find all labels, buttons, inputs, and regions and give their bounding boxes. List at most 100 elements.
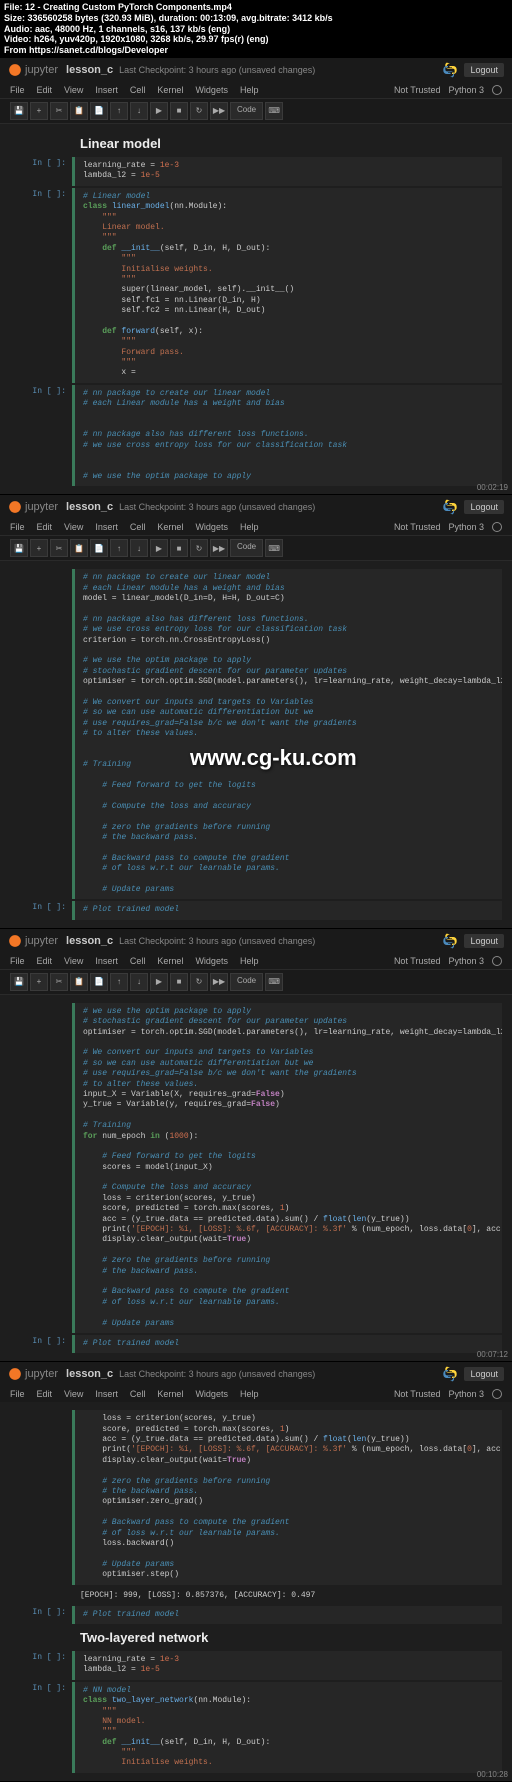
copy-button[interactable]: 📋 — [70, 102, 88, 120]
logout-button[interactable]: Logout — [464, 500, 504, 514]
kernel-name[interactable]: Python 3 — [448, 1389, 484, 1399]
copy-button[interactable]: 📋 — [70, 973, 88, 991]
menu-insert[interactable]: Insert — [95, 956, 118, 966]
trust-status[interactable]: Not Trusted — [394, 85, 441, 95]
code-cell[interactable]: learning_rate = 1e-3 lambda_l2 = 1e-5 — [72, 157, 502, 186]
menu-widgets[interactable]: Widgets — [195, 522, 228, 532]
menu-widgets[interactable]: Widgets — [195, 85, 228, 95]
stop-button[interactable]: ■ — [170, 102, 188, 120]
cut-button[interactable]: ✂ — [50, 973, 68, 991]
menu-widgets[interactable]: Widgets — [195, 1389, 228, 1399]
logout-button[interactable]: Logout — [464, 63, 504, 77]
menu-edit[interactable]: Edit — [37, 956, 53, 966]
menu-insert[interactable]: Insert — [95, 522, 118, 532]
menu-widgets[interactable]: Widgets — [195, 956, 228, 966]
celltype-select[interactable]: Code — [230, 102, 263, 120]
menu-help[interactable]: Help — [240, 522, 259, 532]
menu-cell[interactable]: Cell — [130, 956, 146, 966]
cmd-palette-button[interactable]: ⌨ — [265, 539, 283, 557]
menu-file[interactable]: File — [10, 85, 25, 95]
code-cell[interactable]: # we use the optim package to apply # st… — [72, 1003, 502, 1333]
move-up-button[interactable]: ↑ — [110, 102, 128, 120]
add-cell-button[interactable]: + — [30, 102, 48, 120]
paste-button[interactable]: 📄 — [90, 102, 108, 120]
add-cell-button[interactable]: + — [30, 539, 48, 557]
code-cell[interactable]: # nn package to create our linear model … — [72, 385, 502, 487]
menu-file[interactable]: File — [10, 956, 25, 966]
run-all-button[interactable]: ▶▶ — [210, 539, 228, 557]
menu-cell[interactable]: Cell — [130, 1389, 146, 1399]
kernel-name[interactable]: Python 3 — [448, 85, 484, 95]
run-button[interactable]: ▶ — [150, 973, 168, 991]
menu-view[interactable]: View — [64, 956, 83, 966]
trust-status[interactable]: Not Trusted — [394, 522, 441, 532]
paste-button[interactable]: 📄 — [90, 539, 108, 557]
run-all-button[interactable]: ▶▶ — [210, 102, 228, 120]
move-up-button[interactable]: ↑ — [110, 973, 128, 991]
restart-button[interactable]: ↻ — [190, 539, 208, 557]
restart-button[interactable]: ↻ — [190, 973, 208, 991]
code-cell[interactable]: # nn package to create our linear model … — [72, 569, 502, 899]
code-cell[interactable]: # Plot trained model — [72, 1335, 502, 1353]
move-down-button[interactable]: ↓ — [130, 102, 148, 120]
menu-cell[interactable]: Cell — [130, 522, 146, 532]
menu-view[interactable]: View — [64, 85, 83, 95]
menu-file[interactable]: File — [10, 1389, 25, 1399]
run-button[interactable]: ▶ — [150, 539, 168, 557]
notebook-title[interactable]: lesson_c — [66, 501, 113, 513]
code-cell[interactable]: learning_rate = 1e-3 lambda_l2 = 1e-5 — [72, 1651, 502, 1680]
stop-button[interactable]: ■ — [170, 539, 188, 557]
kernel-name[interactable]: Python 3 — [448, 522, 484, 532]
code-cell[interactable]: loss = criterion(scores, y_true) score, … — [72, 1410, 502, 1584]
cut-button[interactable]: ✂ — [50, 102, 68, 120]
menu-kernel[interactable]: Kernel — [157, 956, 183, 966]
code-cell[interactable]: # NN model class two_layer_network(nn.Mo… — [72, 1682, 502, 1773]
kernel-name[interactable]: Python 3 — [448, 956, 484, 966]
md-twolayer[interactable]: Two-layered network — [72, 1626, 502, 1649]
code-cell[interactable]: # Plot trained model — [72, 1606, 502, 1624]
code-cell[interactable]: # Plot trained model — [72, 901, 502, 919]
cut-button[interactable]: ✂ — [50, 539, 68, 557]
add-cell-button[interactable]: + — [30, 973, 48, 991]
save-button[interactable]: 💾 — [10, 973, 28, 991]
cmd-palette-button[interactable]: ⌨ — [265, 102, 283, 120]
save-button[interactable]: 💾 — [10, 102, 28, 120]
celltype-select[interactable]: Code — [230, 973, 263, 991]
menu-kernel[interactable]: Kernel — [157, 1389, 183, 1399]
menu-file[interactable]: File — [10, 522, 25, 532]
move-down-button[interactable]: ↓ — [130, 973, 148, 991]
menu-view[interactable]: View — [64, 522, 83, 532]
restart-button[interactable]: ↻ — [190, 102, 208, 120]
logout-button[interactable]: Logout — [464, 1367, 504, 1381]
menu-help[interactable]: Help — [240, 1389, 259, 1399]
notebook-title[interactable]: lesson_c — [66, 1368, 113, 1380]
menu-insert[interactable]: Insert — [95, 85, 118, 95]
move-down-button[interactable]: ↓ — [130, 539, 148, 557]
menu-cell[interactable]: Cell — [130, 85, 146, 95]
trust-status[interactable]: Not Trusted — [394, 956, 441, 966]
menu-insert[interactable]: Insert — [95, 1389, 118, 1399]
logout-button[interactable]: Logout — [464, 934, 504, 948]
move-up-button[interactable]: ↑ — [110, 539, 128, 557]
code-cell[interactable]: # Linear model class linear_model(nn.Mod… — [72, 188, 502, 383]
run-all-button[interactable]: ▶▶ — [210, 973, 228, 991]
menu-view[interactable]: View — [64, 1389, 83, 1399]
save-button[interactable]: 💾 — [10, 539, 28, 557]
notebook-title[interactable]: lesson_c — [66, 64, 113, 76]
cmd-palette-button[interactable]: ⌨ — [265, 973, 283, 991]
paste-button[interactable]: 📄 — [90, 973, 108, 991]
stop-button[interactable]: ■ — [170, 973, 188, 991]
menu-kernel[interactable]: Kernel — [157, 522, 183, 532]
menu-edit[interactable]: Edit — [37, 522, 53, 532]
run-button[interactable]: ▶ — [150, 102, 168, 120]
copy-button[interactable]: 📋 — [70, 539, 88, 557]
trust-status[interactable]: Not Trusted — [394, 1389, 441, 1399]
menu-edit[interactable]: Edit — [37, 1389, 53, 1399]
celltype-select[interactable]: Code — [230, 539, 263, 557]
menu-kernel[interactable]: Kernel — [157, 85, 183, 95]
menu-help[interactable]: Help — [240, 956, 259, 966]
menu-help[interactable]: Help — [240, 85, 259, 95]
menu-edit[interactable]: Edit — [37, 85, 53, 95]
notebook-title[interactable]: lesson_c — [66, 935, 113, 947]
md-linear[interactable]: Linear model — [72, 132, 502, 155]
